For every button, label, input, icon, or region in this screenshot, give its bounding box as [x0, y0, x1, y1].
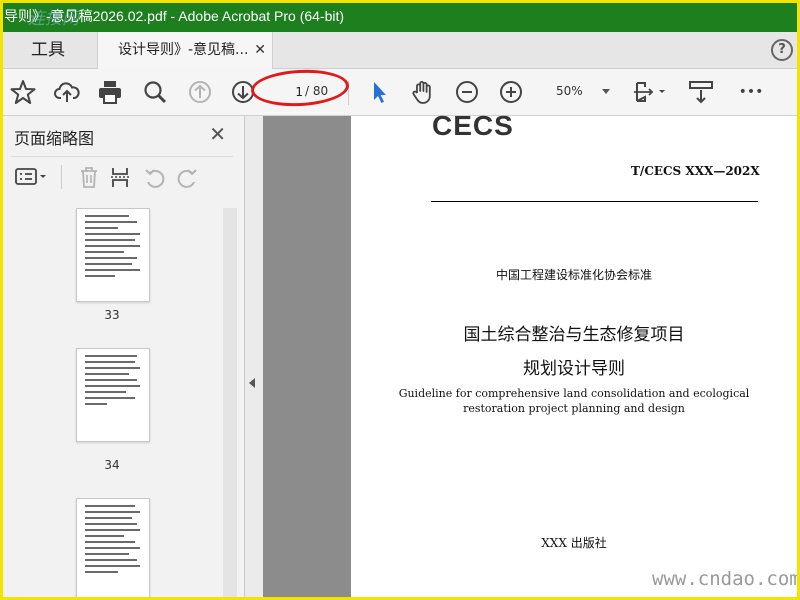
- options-menu-icon[interactable]: [15, 165, 51, 189]
- titlebar-watermark: 连接网: [28, 9, 79, 29]
- close-icon[interactable]: ✕: [209, 122, 226, 146]
- thumbnail-page-number: 33: [104, 308, 120, 322]
- document-page: CECS T/CECS XXX—202X 中国工程建设标准化协会标准 国土综合整…: [351, 110, 797, 600]
- page-fit-icon[interactable]: [633, 78, 669, 106]
- thumbnail-panel: 页面缩略图 ✕ 33 34: [3, 116, 245, 600]
- panel-title: 页面缩略图: [14, 129, 95, 148]
- help-icon[interactable]: ?: [771, 39, 793, 61]
- publisher-name: XXX 出版社: [541, 536, 607, 550]
- panel-divider: [61, 165, 62, 189]
- page-total: / 80: [305, 84, 329, 98]
- main-toolbar: / 80 50% •••: [3, 69, 797, 116]
- tab-bar: 工具 设计导则》-意见稿... ✕ ?: [3, 32, 797, 69]
- document-title-line-2: 规划设计导则: [523, 359, 625, 379]
- header-rule: [431, 201, 758, 202]
- delete-icon[interactable]: [77, 165, 101, 189]
- print-icon[interactable]: [96, 78, 124, 106]
- site-watermark: www.cndao.com: [652, 568, 800, 590]
- association-name: 中国工程建设标准化协会标准: [495, 268, 652, 282]
- page-thumbnail[interactable]: [76, 498, 150, 600]
- document-canvas-background: [263, 116, 351, 600]
- tab-tools[interactable]: 工具: [3, 32, 93, 68]
- previous-page-icon[interactable]: [186, 78, 214, 106]
- english-title-line-1: Guideline for comprehensive land consoli…: [398, 387, 750, 400]
- zoom-in-icon[interactable]: [497, 78, 525, 106]
- close-icon[interactable]: ✕: [254, 32, 266, 68]
- thumbnail-list: 33 34: [13, 208, 221, 600]
- toolbar-divider: [348, 81, 349, 105]
- zoom-out-icon[interactable]: [453, 78, 481, 106]
- rotate-left-icon[interactable]: [143, 165, 167, 189]
- more-options-icon[interactable]: •••: [737, 78, 765, 106]
- select-cursor-icon[interactable]: [365, 78, 393, 106]
- standard-code: T/CECS XXX—202X: [631, 164, 760, 178]
- english-title-line-2: restoration project planning and design: [463, 402, 685, 415]
- hand-tool-icon[interactable]: [409, 78, 437, 106]
- tab-document-label: 设计导则》-意见稿...: [118, 42, 249, 58]
- zoom-select[interactable]: 50%: [544, 80, 614, 104]
- window-titlebar: 导则》-意见稿2026.02.pdf - Adobe Acrobat Pro (…: [0, 0, 800, 32]
- cloud-upload-icon[interactable]: [53, 78, 81, 106]
- thumbnail-scrollbar[interactable]: [223, 208, 237, 600]
- page-number-input[interactable]: [277, 80, 305, 104]
- cecs-logo: CECS: [432, 110, 514, 141]
- page-layout-icon[interactable]: [109, 165, 133, 189]
- search-icon[interactable]: [141, 78, 169, 106]
- zoom-value: 50%: [556, 84, 583, 98]
- page-thumbnail[interactable]: [76, 208, 150, 302]
- rotate-right-icon[interactable]: [175, 165, 199, 189]
- thumbnail-page-number: 34: [104, 458, 120, 472]
- panel-collapse-handle[interactable]: [245, 116, 263, 600]
- star-icon[interactable]: [9, 78, 37, 106]
- tab-document[interactable]: 设计导则》-意见稿... ✕: [97, 32, 273, 69]
- document-title-line-1: 国土综合整治与生态修复项目: [463, 325, 685, 345]
- panel-toolbar: [11, 156, 233, 197]
- scroll-mode-icon[interactable]: [687, 78, 715, 106]
- chevron-down-icon: [602, 89, 610, 94]
- chevron-left-icon: [249, 378, 255, 388]
- page-thumbnail[interactable]: [76, 348, 150, 442]
- next-page-icon[interactable]: [229, 78, 257, 106]
- page-navigator: / 80: [271, 80, 347, 104]
